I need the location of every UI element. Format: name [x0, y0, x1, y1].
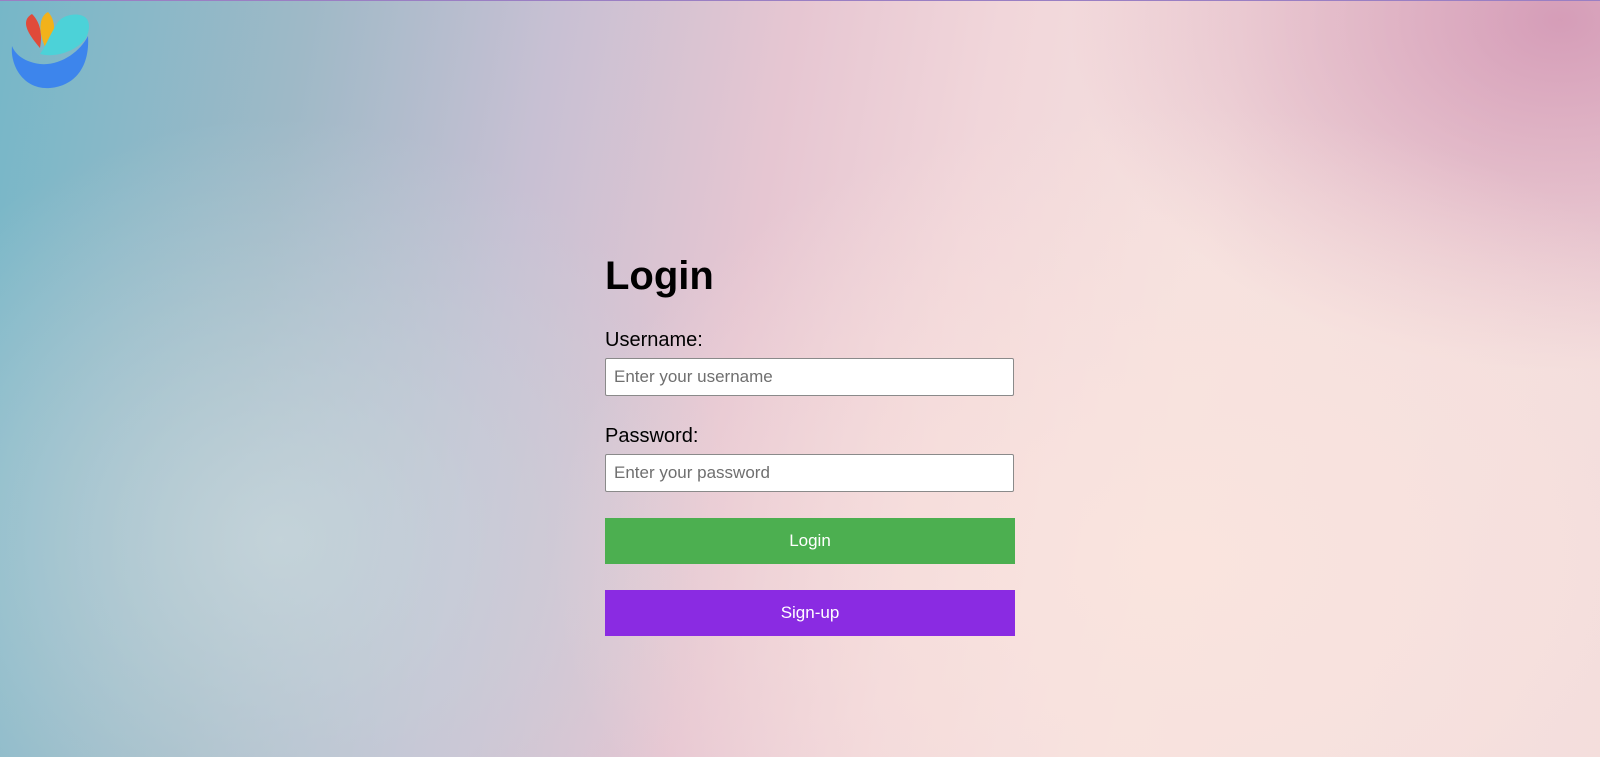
- login-form: Login Username: Password: Login Sign-up: [605, 248, 1015, 636]
- page-title: Login: [605, 254, 714, 298]
- colorful-bird-logo-icon: [11, 12, 89, 89]
- password-input[interactable]: [605, 454, 1014, 492]
- password-label: Password:: [605, 425, 699, 447]
- app-logo: [10, 10, 90, 90]
- username-label: Username:: [605, 329, 703, 351]
- username-input[interactable]: [605, 358, 1014, 396]
- login-button[interactable]: Login: [605, 518, 1015, 564]
- signup-button[interactable]: Sign-up: [605, 590, 1015, 636]
